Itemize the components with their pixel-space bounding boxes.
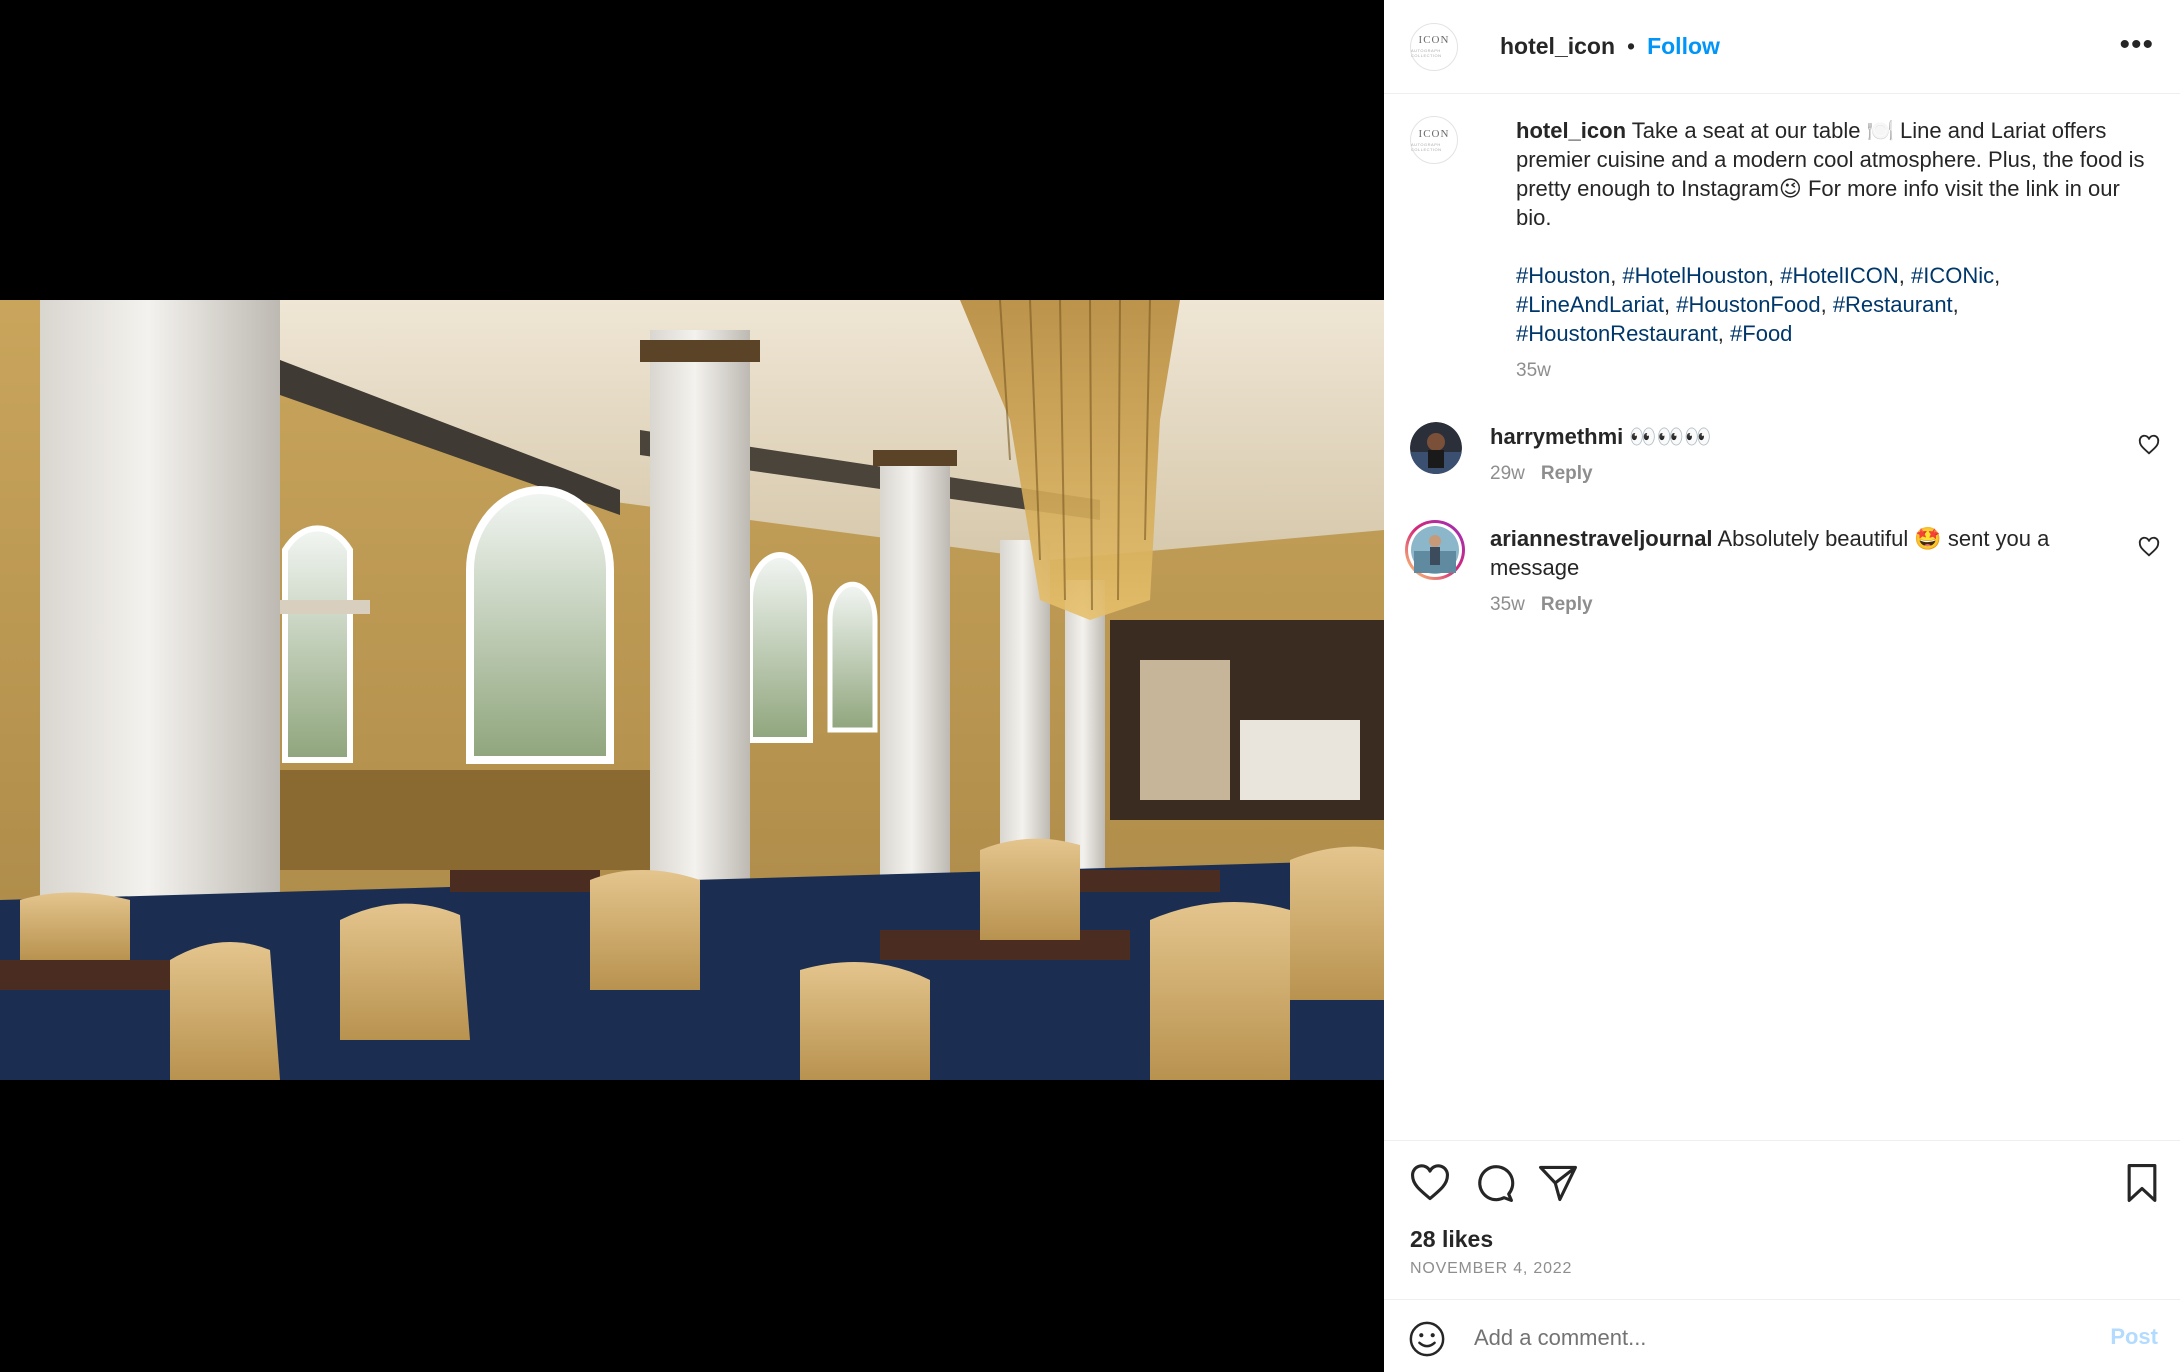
caption-avatar[interactable]: ICON AUTOGRAPH COLLECTION bbox=[1410, 116, 1458, 164]
post-header: ICON AUTOGRAPH COLLECTION hotel_icon • F… bbox=[1384, 0, 2180, 94]
commenter-avatar[interactable] bbox=[1410, 422, 1462, 474]
comment-composer: Post bbox=[1384, 1299, 2180, 1372]
heart-icon[interactable] bbox=[1408, 1161, 1452, 1205]
header-separator: • bbox=[1627, 33, 1636, 59]
hashtag-link[interactable]: #Food bbox=[1730, 321, 1792, 346]
bookmark-icon[interactable] bbox=[2120, 1161, 2164, 1205]
reply-button[interactable]: Reply bbox=[1541, 463, 1593, 484]
likes-count[interactable]: 28 likes bbox=[1410, 1226, 1493, 1253]
hashtag-link[interactable]: #HotelHouston bbox=[1622, 263, 1768, 288]
comment-meta: 35w Reply bbox=[1490, 594, 2160, 616]
caption-avatar-logo-subtext: AUTOGRAPH COLLECTION bbox=[1411, 141, 1442, 152]
restaurant-interior-image bbox=[0, 300, 1384, 1080]
commenter-avatar-story-ring[interactable] bbox=[1404, 519, 1466, 581]
more-icon[interactable]: ••• bbox=[2119, 30, 2154, 60]
post-author-username[interactable]: hotel_icon bbox=[1500, 33, 1615, 60]
comment-like-heart-icon[interactable] bbox=[2138, 536, 2160, 558]
add-comment-input[interactable] bbox=[1474, 1318, 2034, 1358]
comment-timestamp[interactable]: 35w bbox=[1490, 594, 1525, 615]
action-bar bbox=[1384, 1140, 2180, 1230]
comment-item: harrymethmi 👀👀👀 29w Reply bbox=[1410, 422, 2160, 485]
emoji-icon[interactable] bbox=[1408, 1320, 1446, 1358]
hashtag-link[interactable]: #HoustonRestaurant bbox=[1516, 321, 1718, 346]
post-details-panel: ICON AUTOGRAPH COLLECTION hotel_icon • F… bbox=[1384, 0, 2180, 1372]
post-comment-button[interactable]: Post bbox=[2110, 1324, 2158, 1350]
share-icon[interactable] bbox=[1536, 1161, 1580, 1205]
hotel-icon-avatar[interactable]: ICON AUTOGRAPH COLLECTION bbox=[1410, 22, 1458, 71]
comment-timestamp[interactable]: 29w bbox=[1490, 463, 1525, 484]
follow-button[interactable]: Follow bbox=[1647, 33, 1720, 60]
comment-item: ariannestraveljournal Absolutely beautif… bbox=[1405, 520, 2160, 616]
hashtag-link[interactable]: #Houston bbox=[1516, 263, 1610, 288]
hashtag-link[interactable]: #HoustonFood bbox=[1676, 292, 1820, 317]
avatar-logo-text: ICON bbox=[1418, 34, 1450, 46]
comment-like-heart-icon[interactable] bbox=[2138, 434, 2160, 456]
comment-text: ariannestraveljournal Absolutely beautif… bbox=[1490, 524, 2090, 582]
comment-icon[interactable] bbox=[1472, 1161, 1516, 1205]
hashtag-link[interactable]: #Restaurant bbox=[1833, 292, 1953, 317]
avatar-logo-subtext: AUTOGRAPH COLLECTION bbox=[1411, 48, 1442, 58]
comment-meta: 29w Reply bbox=[1490, 463, 2160, 485]
hashtag-link[interactable]: #ICONic bbox=[1911, 263, 1994, 288]
comment-username[interactable]: harrymethmi bbox=[1490, 424, 1623, 449]
hashtag-link[interactable]: #LineAndLariat bbox=[1516, 292, 1664, 317]
caption: ICON AUTOGRAPH COLLECTION hotel_icon Tak… bbox=[1410, 116, 2150, 382]
post-date: NOVEMBER 4, 2022 bbox=[1410, 1260, 1573, 1277]
hashtag-list: #Houston, #HotelHouston, #HotelICON, #IC… bbox=[1516, 263, 2001, 346]
caption-text: hotel_icon Take a seat at our table 🍽️ L… bbox=[1516, 116, 2150, 232]
hashtag-link[interactable]: #HotelICON bbox=[1780, 263, 1899, 288]
restaurant-photo[interactable] bbox=[0, 300, 1384, 1080]
comment-username[interactable]: ariannestraveljournal bbox=[1490, 526, 1713, 551]
reply-button[interactable]: Reply bbox=[1541, 594, 1593, 615]
caption-timestamp[interactable]: 35w bbox=[1516, 360, 2150, 382]
comment-text: harrymethmi 👀👀👀 bbox=[1490, 422, 2090, 451]
caption-avatar-logo-text: ICON bbox=[1418, 127, 1450, 140]
caption-username[interactable]: hotel_icon bbox=[1516, 118, 1626, 143]
post-media bbox=[0, 0, 1384, 1372]
comment-body: 👀👀👀 bbox=[1629, 424, 1712, 449]
